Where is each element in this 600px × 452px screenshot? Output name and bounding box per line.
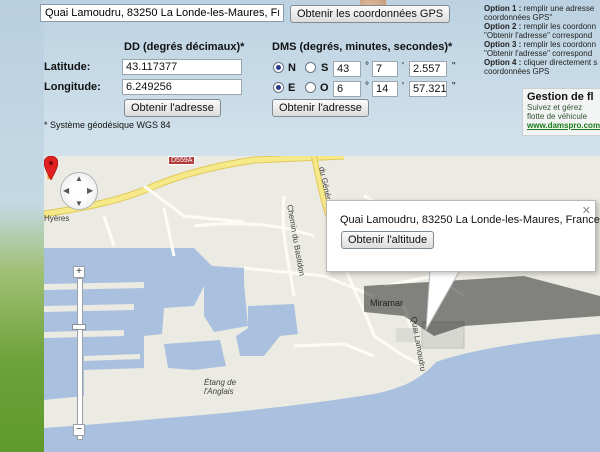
latitude-label: Latitude: xyxy=(44,61,91,73)
sec-symbol: " xyxy=(452,61,456,72)
radio-east[interactable] xyxy=(273,82,284,93)
min-symbol: ' xyxy=(402,61,404,72)
wgs84-note: * Système géodésique WGS 84 xyxy=(44,120,171,130)
option-text: remplir les coordonn xyxy=(523,22,597,31)
options-panel: Option 1 : remplir une adresse coordonné… xyxy=(484,4,600,76)
zoom-slider-thumb[interactable] xyxy=(72,324,86,330)
lon-minutes-input[interactable]: 14 xyxy=(372,81,398,97)
lat-degrees-input[interactable]: 43 xyxy=(333,61,361,77)
sec-symbol: " xyxy=(452,81,456,92)
option-text: cliquer directement s xyxy=(523,58,598,67)
pan-left-icon[interactable]: ◀ xyxy=(63,186,69,195)
lon-seconds-input[interactable]: 57.321 xyxy=(409,81,447,97)
close-icon[interactable]: ✕ xyxy=(582,204,591,217)
option-text: remplir une adresse xyxy=(523,4,595,13)
east-label: E xyxy=(288,82,296,94)
infowindow-tail xyxy=(425,270,461,331)
zoom-out-button[interactable]: − xyxy=(73,424,85,436)
min-symbol: ' xyxy=(402,81,404,92)
radio-south[interactable] xyxy=(305,62,316,73)
option-text: coordonnées GPS xyxy=(484,67,550,76)
advertisement[interactable]: Gestion de fl Suivez et gérez flotte de … xyxy=(522,88,600,136)
map-label-hyeres: Hyères xyxy=(44,214,70,223)
info-window-address: Quai Lamoudru, 83250 La Londe-les-Maures… xyxy=(340,214,600,226)
address-input[interactable] xyxy=(40,4,284,22)
option-label: Option 3 : xyxy=(484,40,522,49)
ad-title: Gestion de fl xyxy=(527,91,594,103)
south-label: S xyxy=(321,62,329,74)
map-canvas[interactable]: D559A Hyères du Général Chemin du Bastid… xyxy=(44,156,600,452)
option-label: Option 1 : xyxy=(484,4,522,13)
ad-line: Suivez et gérez xyxy=(527,103,583,112)
map-marker-icon[interactable] xyxy=(44,156,58,180)
zoom-in-button[interactable]: + xyxy=(73,266,85,278)
ad-link[interactable]: www.damspro.com xyxy=(527,121,600,130)
radio-west[interactable] xyxy=(305,82,316,93)
radio-north[interactable] xyxy=(273,62,284,73)
longitude-label: Longitude: xyxy=(44,81,101,93)
lat-minutes-input[interactable]: 7 xyxy=(372,61,398,77)
option-text: "Obtenir l'adresse" correspond xyxy=(484,49,593,58)
pan-right-icon[interactable]: ▶ xyxy=(87,186,93,195)
get-gps-button[interactable]: Obtenir les coordonnées GPS xyxy=(290,5,451,23)
option-text: remplir les coordonn xyxy=(523,40,597,49)
deg-symbol: ° xyxy=(365,81,369,92)
ad-line: flotte de véhicule xyxy=(527,112,588,121)
option-label: Option 4 : xyxy=(484,58,522,67)
dms-heading: DMS (degrés, minutes, secondes)* xyxy=(272,41,453,53)
dd-get-address-button[interactable]: Obtenir l'adresse xyxy=(124,99,221,117)
latitude-input[interactable]: 43.117377 xyxy=(122,59,242,75)
get-altitude-button[interactable]: Obtenir l'altitude xyxy=(341,231,435,249)
north-label: N xyxy=(288,62,296,74)
zoom-track[interactable] xyxy=(77,278,83,440)
dd-heading: DD (degrés décimaux)* xyxy=(124,41,245,53)
option-label: Option 2 : xyxy=(484,22,522,31)
lat-seconds-input[interactable]: 2.557 xyxy=(409,61,447,77)
west-label: O xyxy=(320,82,329,94)
option-text: "Obtenir l'adresse" correspond xyxy=(484,31,593,40)
map-label-etang: Étang de l'Anglais xyxy=(204,378,237,396)
road-badge: D559A xyxy=(168,156,196,165)
background-landscape xyxy=(0,0,44,452)
deg-symbol: ° xyxy=(365,61,369,72)
option-text: coordonnées GPS" xyxy=(484,13,553,22)
longitude-input[interactable]: 6.249256 xyxy=(122,79,242,95)
info-window: Quai Lamoudru, 83250 La Londe-les-Maures… xyxy=(326,200,600,272)
lon-degrees-input[interactable]: 6 xyxy=(333,81,361,97)
pan-down-icon[interactable]: ▼ xyxy=(75,199,83,208)
pan-up-icon[interactable]: ▲ xyxy=(75,174,83,183)
dms-get-address-button[interactable]: Obtenir l'adresse xyxy=(272,99,369,117)
pan-control[interactable]: ▲ ▼ ◀ ▶ xyxy=(60,172,98,210)
